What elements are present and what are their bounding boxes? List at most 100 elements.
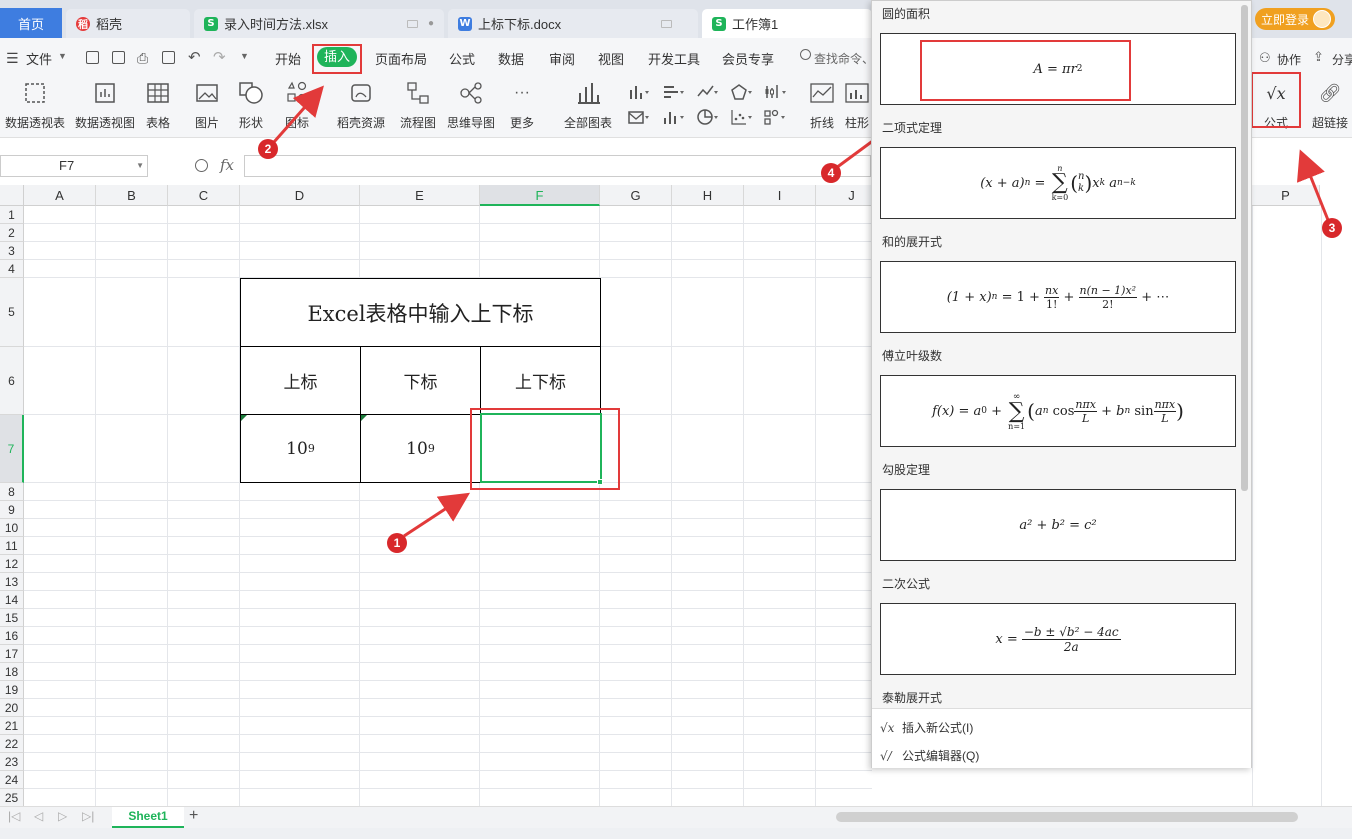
row-header[interactable]: 14 [0,591,24,609]
column-header-e[interactable]: E [360,185,480,206]
menu-member[interactable]: 会员专享 [722,49,774,68]
pivot-table-button[interactable]: 数据透视表 [4,80,66,131]
file-menu[interactable]: 文件 [26,49,52,68]
tab-workbook1[interactable]: S 工作簿1 [702,9,872,38]
chevron-down-icon[interactable]: ▼ [58,51,67,61]
icon-library-button[interactable]: 图标 [280,80,314,131]
select-all-corner[interactable] [0,185,24,206]
row-header[interactable]: 20 [0,699,24,717]
column-header-i[interactable]: I [744,185,816,206]
menu-data[interactable]: 数据 [498,49,524,68]
all-charts-button[interactable]: 全部图表 [560,80,616,131]
row-header[interactable]: 2 [0,224,24,242]
table-button[interactable]: 表格 [145,80,171,131]
header-subscript-cell[interactable]: 下标 [360,346,481,415]
stock-chart-icon[interactable] [764,84,786,100]
radar-chart-icon[interactable] [731,84,752,100]
formula-editor-item[interactable]: √/ 公式编辑器(Q) [880,747,979,764]
row-header[interactable]: 3 [0,242,24,260]
redo-icon[interactable]: ↷ [213,48,226,66]
export-icon[interactable] [112,51,125,64]
table-title-cell[interactable]: Excel表格中输入上下标 [240,278,601,347]
sheet-tab-sheet1[interactable]: Sheet1 [112,807,184,828]
column-header-d[interactable]: D [240,185,360,206]
horizontal-scrollbar[interactable] [836,812,1298,822]
column-header-c[interactable]: C [168,185,240,206]
subscript-example-cell[interactable]: 10 9 [360,414,481,483]
column-header-j[interactable]: J [816,185,872,206]
row-header[interactable]: 11 [0,537,24,555]
login-button[interactable]: 立即登录 [1255,8,1335,30]
header-superscript-cell[interactable]: 上标 [240,346,361,415]
row-header[interactable]: 22 [0,735,24,753]
hamburger-icon[interactable]: ☰ [6,50,19,67]
search-command[interactable]: 查找命令、 [814,50,874,67]
collab-icon[interactable]: ⚇ [1259,50,1271,66]
menu-review[interactable]: 审阅 [549,49,575,68]
row-header[interactable]: 16 [0,627,24,645]
first-sheet-icon[interactable]: |◁ [8,809,20,823]
row-header[interactable]: 4 [0,260,24,278]
formula-input[interactable] [244,155,871,177]
row-header[interactable]: 8 [0,483,24,501]
combo-chart-icon[interactable] [663,109,684,125]
docer-resource-button[interactable]: 稻壳资源 [336,80,386,131]
header-supsub-cell[interactable]: 上下标 [480,346,601,415]
pie-chart-icon[interactable] [697,109,718,125]
last-sheet-icon[interactable]: ▷| [82,809,94,823]
row-header[interactable]: 6 [0,347,24,415]
row-header[interactable]: 10 [0,519,24,537]
row-header[interactable]: 9 [0,501,24,519]
scatter-chart-icon[interactable] [731,109,752,125]
spreadsheet-grid[interactable]: A B C D E F G H I J 1 2 3 4 5 6 7 8 9 10 11 12 13 14 1… [0,185,872,806]
row-header[interactable]: 15 [0,609,24,627]
menu-start[interactable]: 开始 [275,49,301,68]
line-chart-icon[interactable] [697,84,718,100]
formula-quadratic[interactable]: x = −b ± √b² − 4ac 2a [880,603,1236,675]
tab-xlsx-file[interactable]: S 录入时间方法.xlsx ● [194,9,444,38]
row-header[interactable]: 13 [0,573,24,591]
name-box[interactable]: F7 ▼ [0,155,148,177]
row-header[interactable]: 19 [0,681,24,699]
bar-chart-h-icon[interactable] [663,84,684,100]
add-sheet-button[interactable]: + [189,807,198,825]
save-icon[interactable] [86,51,99,64]
hyperlink-button[interactable]: 🔗︎ 超链接 [1310,80,1350,131]
picture-button[interactable]: 图片 [190,80,224,131]
fx-icon[interactable]: fx [220,156,234,174]
undo-icon[interactable]: ↶ [188,48,201,66]
column-header-a[interactable]: A [24,185,96,206]
menu-formulas[interactable]: 公式 [449,49,475,68]
menu-page-layout[interactable]: 页面布局 [375,49,427,68]
column-chart-icon[interactable] [628,84,649,100]
tab-home[interactable]: 首页 [0,8,62,38]
collab-button[interactable]: 协作 [1277,51,1301,68]
row-header[interactable]: 23 [0,753,24,771]
superscript-example-cell[interactable]: 10 9 [240,414,361,483]
next-sheet-icon[interactable]: ▷ [58,809,67,823]
share-button[interactable]: 分享 [1332,51,1352,68]
tab-docer[interactable]: 稻 稻壳 [66,9,190,38]
more-button[interactable]: ··· 更多 [504,80,540,131]
row-header[interactable]: 12 [0,555,24,573]
row-header[interactable]: 7 [0,415,24,483]
row-header[interactable]: 1 [0,206,24,224]
column-header-h[interactable]: H [672,185,744,206]
print-preview-icon[interactable] [162,51,175,64]
column-header-b[interactable]: B [96,185,168,206]
line-sparkline-button[interactable]: 折线 [808,80,836,131]
column-sparkline-button[interactable]: 柱形 [842,80,872,131]
other-chart-icon[interactable] [764,109,785,125]
share-icon[interactable]: ⇪ [1313,49,1324,65]
shape-button[interactable]: 形状 [234,80,268,131]
column-header-f[interactable]: F [480,185,600,206]
formula-binomial[interactable]: (x + a) n = n ∑ k=0 (n k) xk a n−k [880,147,1236,219]
row-header[interactable]: 25 [0,789,24,806]
row-header[interactable]: 17 [0,645,24,663]
menu-view[interactable]: 视图 [598,49,624,68]
row-header[interactable]: 5 [0,278,24,347]
formula-sum-expansion[interactable]: (1 + x) n = 1 + nx 1! + n(n − 1)x² 2! + ⋯ [880,261,1236,333]
tab-docx-file[interactable]: W 上标下标.docx [448,9,698,38]
formula-pythagoras[interactable]: a² + b² = c² [880,489,1236,561]
row-header[interactable]: 18 [0,663,24,681]
